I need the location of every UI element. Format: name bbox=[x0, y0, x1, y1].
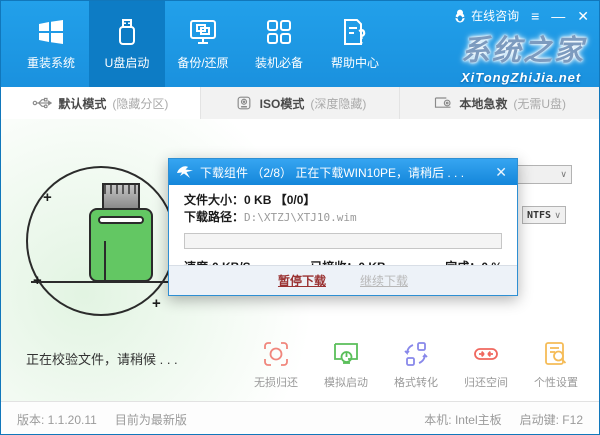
action-label: 无损归还 bbox=[254, 374, 298, 390]
tab-label: ISO模式 bbox=[260, 95, 305, 112]
simulate-boot-icon bbox=[333, 341, 359, 367]
lossless-restore-icon bbox=[263, 341, 289, 367]
dialog-body: 文件大小：0 KB 【0/0】 下载路径：D:\XTZJ\XTJ10.wim 速… bbox=[169, 185, 517, 275]
boot-key-label: 启动键: F12 bbox=[520, 411, 583, 428]
main-content: + + + ∨ NTFS ∨ 正在校验文件，请稍候 . . . 无损归还 bbox=[1, 119, 599, 401]
local-rescue-icon bbox=[433, 95, 453, 111]
app-window: 重装系统 U盘启动 备份/还原 bbox=[0, 0, 600, 435]
backup-restore-icon bbox=[188, 17, 218, 47]
version-status: 目前为最新版 bbox=[115, 411, 187, 428]
nav-item-essential-apps[interactable]: 装机必备 bbox=[241, 1, 317, 87]
personal-settings-icon bbox=[543, 341, 569, 367]
action-return-space[interactable]: 归还空间 bbox=[457, 341, 515, 390]
quick-actions: 无损归还 模拟启动 格式转化 bbox=[247, 341, 585, 390]
usb-illustration-stripe bbox=[98, 216, 144, 224]
usb-illustration-connector bbox=[102, 183, 140, 210]
window-controls: 在线咨询 ≡ — ✕ bbox=[453, 7, 589, 24]
action-label: 归还空间 bbox=[464, 374, 508, 390]
tab-local-rescue[interactable]: 本地急救 (无需U盘) bbox=[399, 87, 599, 119]
resume-download-link[interactable]: 继续下载 bbox=[360, 272, 408, 289]
action-label: 模拟启动 bbox=[324, 374, 368, 390]
format-select-value: NTFS bbox=[527, 210, 551, 221]
version-label: 版本: 1.1.20.11 bbox=[17, 411, 97, 428]
status-bar: 版本: 1.1.20.11 目前为最新版 本机: Intel主板 启动键: F1… bbox=[1, 401, 599, 435]
nav-item-backup-restore[interactable]: 备份/还原 bbox=[165, 1, 241, 87]
brand-subtitle: XiTongZhiJia.net bbox=[461, 70, 585, 85]
action-lossless-restore[interactable]: 无损归还 bbox=[247, 341, 305, 390]
format-select-dropdown[interactable]: NTFS ∨ bbox=[522, 206, 566, 224]
tab-note: (隐藏分区) bbox=[112, 95, 168, 112]
pause-download-link[interactable]: 暂停下载 bbox=[278, 272, 326, 289]
tab-note: (无需U盘) bbox=[513, 95, 566, 112]
nav-item-usb-boot[interactable]: U盘启动 bbox=[89, 1, 165, 87]
chevron-down-icon: ∨ bbox=[560, 169, 567, 180]
tab-default-mode[interactable]: 默认模式 (隐藏分区) bbox=[1, 87, 200, 119]
file-size-row: 文件大小：0 KB 【0/0】 bbox=[184, 192, 502, 209]
file-size-label: 文件大小： bbox=[184, 193, 244, 207]
machine-info: 本机: Intel主板 启动键: F12 bbox=[424, 411, 583, 428]
usb-plug-icon bbox=[32, 95, 52, 111]
decoration-plus: + bbox=[33, 272, 42, 289]
tab-label: 本地急救 bbox=[459, 95, 507, 112]
download-path-row: 下载路径：D:\XTZJ\XTJ10.wim bbox=[184, 209, 502, 226]
chevron-down-icon: ∨ bbox=[554, 210, 561, 221]
dialog-close-icon[interactable]: ✕ bbox=[493, 164, 509, 181]
dialog-title-bar[interactable]: 下载组件 （2/8） 正在下载WIN10PE，请稍后 . . . ✕ bbox=[169, 159, 517, 185]
decoration-plus: + bbox=[152, 295, 161, 312]
dialog-footer: 暂停下载 继续下载 bbox=[169, 265, 517, 295]
brand-logo: 系统之家 XiTongZhiJia.net bbox=[461, 27, 585, 85]
nav-label: 帮助中心 bbox=[331, 54, 379, 71]
nav-label: 备份/还原 bbox=[177, 54, 228, 71]
verify-status-text: 正在校验文件，请稍候 . . . bbox=[26, 349, 178, 368]
action-label: 格式转化 bbox=[394, 374, 438, 390]
iso-file-icon bbox=[234, 95, 254, 111]
download-progress-bar bbox=[184, 233, 502, 249]
close-button[interactable]: ✕ bbox=[577, 9, 589, 23]
format-convert-icon bbox=[403, 341, 429, 367]
action-label: 个性设置 bbox=[534, 374, 578, 390]
dialog-title: 下载组件 （2/8） 正在下载WIN10PE，请稍后 . . . bbox=[200, 164, 493, 181]
nav-label: 装机必备 bbox=[255, 54, 303, 71]
nav-item-reinstall-system[interactable]: 重装系统 bbox=[13, 1, 89, 87]
nav-item-help-center[interactable]: 帮助中心 bbox=[317, 1, 393, 87]
help-center-icon bbox=[340, 17, 370, 47]
action-format-convert[interactable]: 格式转化 bbox=[387, 341, 445, 390]
download-path-label: 下载路径： bbox=[184, 210, 244, 224]
nav-label: U盘启动 bbox=[105, 54, 150, 71]
brand-title: 系统之家 bbox=[461, 27, 585, 69]
file-size-value: 0 KB 【0/0】 bbox=[244, 193, 315, 207]
online-service-link[interactable]: 在线咨询 bbox=[453, 7, 519, 24]
return-space-icon bbox=[473, 341, 499, 367]
tab-iso-mode[interactable]: ISO模式 (深度隐藏) bbox=[200, 87, 400, 119]
swallow-icon bbox=[177, 165, 194, 179]
qq-penguin-icon bbox=[453, 9, 467, 23]
windows-logo-icon bbox=[36, 17, 66, 47]
tab-label: 默认模式 bbox=[58, 95, 106, 112]
decoration-plus: + bbox=[43, 189, 52, 206]
download-dialog: 下载组件 （2/8） 正在下载WIN10PE，请稍后 . . . ✕ 文件大小：… bbox=[168, 158, 518, 296]
usb-drive-icon bbox=[112, 17, 142, 47]
apps-grid-icon bbox=[264, 17, 294, 47]
tab-note: (深度隐藏) bbox=[310, 95, 366, 112]
minimize-button[interactable]: — bbox=[551, 9, 565, 23]
download-path-value: D:\XTZJ\XTJ10.wim bbox=[244, 211, 357, 224]
nav-label: 重装系统 bbox=[27, 54, 75, 71]
usb-illustration-detail-line bbox=[104, 241, 106, 281]
mode-tabs: 默认模式 (隐藏分区) ISO模式 (深度隐藏) 本地急救 (无需U盘) bbox=[1, 87, 599, 119]
header: 重装系统 U盘启动 备份/还原 bbox=[1, 1, 599, 87]
version-info: 版本: 1.1.20.11 目前为最新版 bbox=[17, 411, 187, 428]
machine-label: 本机: Intel主板 bbox=[424, 411, 501, 428]
online-service-label: 在线咨询 bbox=[471, 7, 519, 24]
menu-button[interactable]: ≡ bbox=[531, 9, 539, 23]
action-personal-settings[interactable]: 个性设置 bbox=[527, 341, 585, 390]
action-simulate-boot[interactable]: 模拟启动 bbox=[317, 341, 375, 390]
